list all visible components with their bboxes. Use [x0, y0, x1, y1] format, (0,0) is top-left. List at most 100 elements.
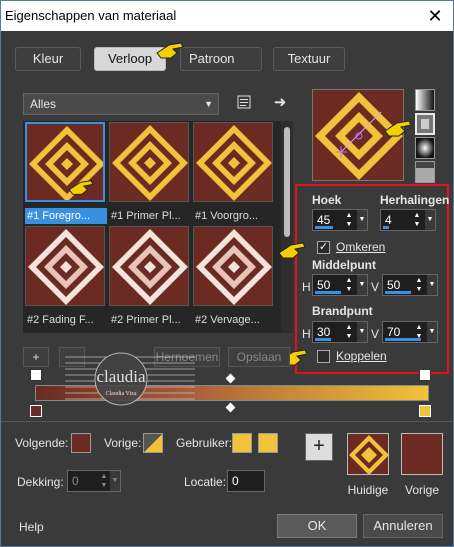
focal-h-spinner[interactable]: 30 ▲ ▼ ▼ — [312, 321, 368, 343]
repeats-bar — [383, 226, 389, 229]
previous-material-swatch[interactable] — [401, 433, 443, 475]
opacity-spinner[interactable]: 0 ▲ ▼ ▼ — [67, 470, 121, 492]
invert-checkbox[interactable]: ✓ — [317, 241, 330, 254]
link-label: Koppelen — [336, 349, 387, 363]
angle-spinner[interactable]: 45 ▲ ▼ ▼ — [312, 209, 368, 231]
arrow-right-icon[interactable]: ➜ — [271, 94, 289, 112]
gradient-tile[interactable]: #1 Foregro... — [25, 122, 109, 226]
pointer-hand-icon — [156, 42, 184, 59]
library-scrollbar[interactable] — [281, 121, 293, 333]
angle-bar — [315, 226, 333, 229]
gradient-thumbnail — [193, 226, 273, 306]
repeats-label: Herhalingen — [380, 193, 450, 207]
claudia-watermark: claudia Claudia Viza — [65, 352, 195, 406]
bottom-midpoint[interactable] — [225, 402, 236, 413]
angle-label: Hoek — [312, 193, 342, 207]
user-color-swatch-2[interactable] — [258, 433, 278, 453]
chevron-down-icon[interactable]: ▼ — [110, 471, 120, 491]
prev-color-swatch[interactable] — [143, 433, 163, 453]
gradient-caption: #2 Vervage... — [195, 314, 260, 326]
chevron-down-icon: ▼ — [204, 99, 213, 109]
chevron-down-icon[interactable]: ▼ — [357, 322, 367, 342]
link-checkbox[interactable] — [317, 350, 330, 363]
top-stop-right[interactable] — [419, 369, 431, 381]
cancel-button[interactable]: Annuleren — [363, 514, 443, 538]
title-bar: Eigenschappen van materiaal ✕ — [1, 1, 453, 31]
user-color-swatch[interactable] — [232, 433, 252, 453]
prev-label: Vorige: — [104, 436, 142, 450]
gradient-tile[interactable]: #1 Primer Pl... — [109, 122, 193, 226]
opacity-value: 0 — [72, 474, 79, 488]
add-gradient-button[interactable]: + — [23, 347, 49, 367]
close-icon[interactable]: ✕ — [423, 4, 447, 28]
tab-kleur[interactable]: Kleur — [15, 47, 81, 71]
gradient-tile[interactable]: #1 Voorgro... — [193, 122, 277, 226]
spin-up-icon[interactable]: ▲ ▼ — [345, 323, 353, 341]
center-v-axis-label: V — [371, 280, 380, 294]
help-link[interactable]: Help — [19, 520, 44, 534]
bottom-stop-right[interactable] — [419, 405, 431, 417]
repeats-spinner[interactable]: 4 ▲ ▼ ▼ — [380, 209, 436, 231]
next-color-swatch[interactable] — [71, 433, 91, 453]
focal-h-bar — [315, 338, 331, 341]
tab-patroon[interactable]: Patroon — [180, 47, 262, 71]
rectangular-style-button[interactable] — [415, 113, 435, 135]
resource-browse-icon[interactable] — [235, 94, 253, 112]
focal-label: Brandpunt — [312, 304, 373, 318]
pointer-hand-icon — [384, 120, 412, 137]
user-label: Gebruiker: — [176, 436, 233, 450]
spin-up-icon[interactable]: ▲ ▼ — [100, 472, 108, 490]
center-label: Middelpunt — [312, 258, 376, 272]
gradient-thumbnail — [109, 226, 189, 306]
chevron-down-icon[interactable]: ▼ — [425, 210, 435, 230]
location-value: 0 — [232, 474, 239, 488]
gradient-tile[interactable]: #2 Vervage... — [193, 226, 277, 330]
location-input[interactable]: 0 — [227, 470, 265, 492]
watermark-subtext: Claudia Viza — [105, 391, 136, 397]
focal-v-bar — [385, 338, 421, 341]
add-to-swatches-button[interactable]: + — [305, 433, 333, 461]
opacity-label: Dekking: — [17, 475, 64, 489]
current-label: Huidige — [347, 483, 389, 497]
sunburst-style-button[interactable] — [415, 137, 435, 159]
next-label: Volgende: — [15, 436, 69, 450]
focal-h-value: 30 — [317, 325, 331, 339]
chevron-down-icon[interactable]: ▼ — [357, 210, 367, 230]
gradient-thumbnail — [109, 122, 189, 202]
top-stop-left[interactable] — [30, 369, 42, 381]
chevron-down-icon[interactable]: ▼ — [357, 275, 367, 295]
focal-v-spinner[interactable]: 70 ▲ ▼ ▼ — [382, 321, 438, 343]
linear-style-button[interactable] — [415, 89, 435, 111]
location-label: Locatie: — [184, 475, 227, 489]
current-material-swatch[interactable] — [347, 433, 389, 475]
chevron-down-icon[interactable]: ▼ — [427, 275, 437, 295]
gradient-tile[interactable]: #2 Fading F... — [25, 226, 109, 330]
save-button[interactable]: Opslaan — [228, 347, 290, 367]
ok-button[interactable]: OK — [277, 514, 357, 538]
center-h-value: 50 — [317, 278, 331, 292]
spin-up-icon[interactable]: ▲ ▼ — [415, 276, 423, 294]
gradient-thumbnail — [25, 226, 105, 306]
angle-value: 45 — [317, 213, 331, 227]
scrollbar-thumb[interactable] — [284, 127, 290, 237]
repeats-value: 4 — [385, 213, 392, 227]
top-midpoint[interactable] — [225, 373, 236, 384]
radial-style-button[interactable] — [415, 161, 435, 183]
tab-textuur[interactable]: Textuur — [273, 47, 345, 71]
spin-up-icon[interactable]: ▲ ▼ — [345, 276, 353, 294]
category-select[interactable]: Alles ▼ — [23, 93, 219, 115]
spin-up-icon[interactable]: ▲ ▼ — [413, 211, 421, 229]
gradient-tile[interactable]: #2 Primer Pl... — [109, 226, 193, 330]
bottom-stop-left[interactable] — [30, 405, 42, 417]
focal-v-value: 70 — [387, 325, 401, 339]
spin-up-icon[interactable]: ▲ ▼ — [345, 211, 353, 229]
gradient-caption: #1 Voorgro... — [195, 210, 258, 222]
center-h-bar — [315, 291, 341, 294]
gradient-caption: #2 Fading F... — [27, 314, 94, 326]
category-value: Alles — [30, 97, 57, 111]
center-v-spinner[interactable]: 50 ▲ ▼ ▼ — [382, 274, 438, 296]
pointer-hand-icon — [68, 180, 94, 195]
chevron-down-icon[interactable]: ▼ — [427, 322, 437, 342]
center-h-spinner[interactable]: 50 ▲ ▼ ▼ — [312, 274, 368, 296]
previous-label: Vorige — [404, 483, 440, 497]
